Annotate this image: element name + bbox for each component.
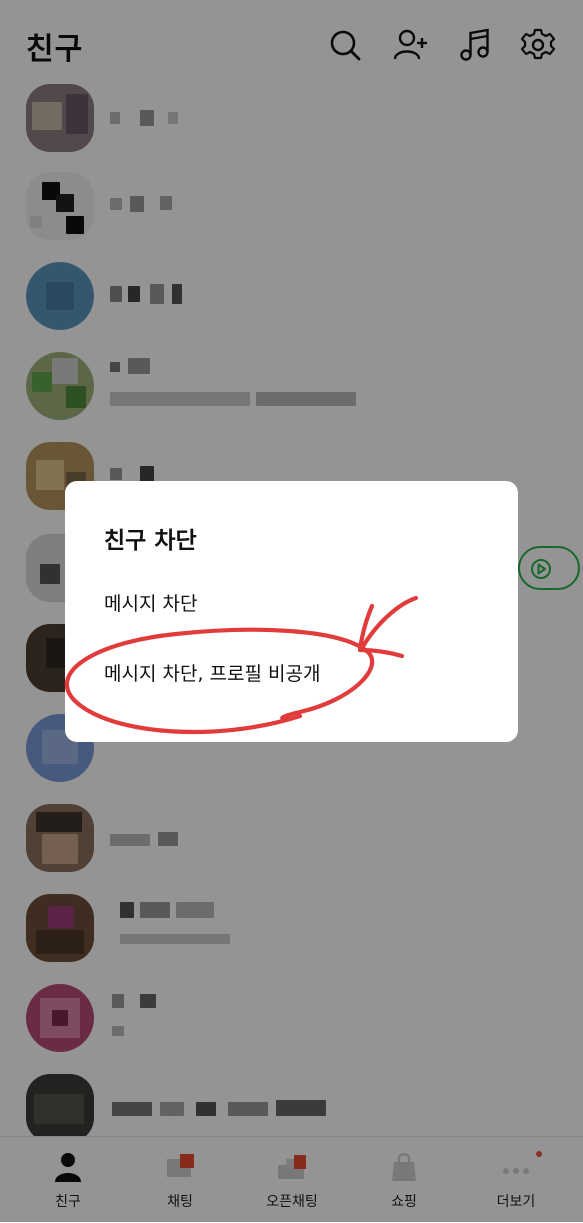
dialog-title: 친구 차단 (104, 528, 197, 554)
block-messages-hide-profile-option[interactable]: 메시지 차단, 프로필 비공개 (104, 659, 320, 686)
block-friend-dialog: 친구 차단 메시지 차단 메시지 차단, 프로필 비공개 (65, 481, 518, 742)
block-messages-option[interactable]: 메시지 차단 (104, 589, 197, 616)
